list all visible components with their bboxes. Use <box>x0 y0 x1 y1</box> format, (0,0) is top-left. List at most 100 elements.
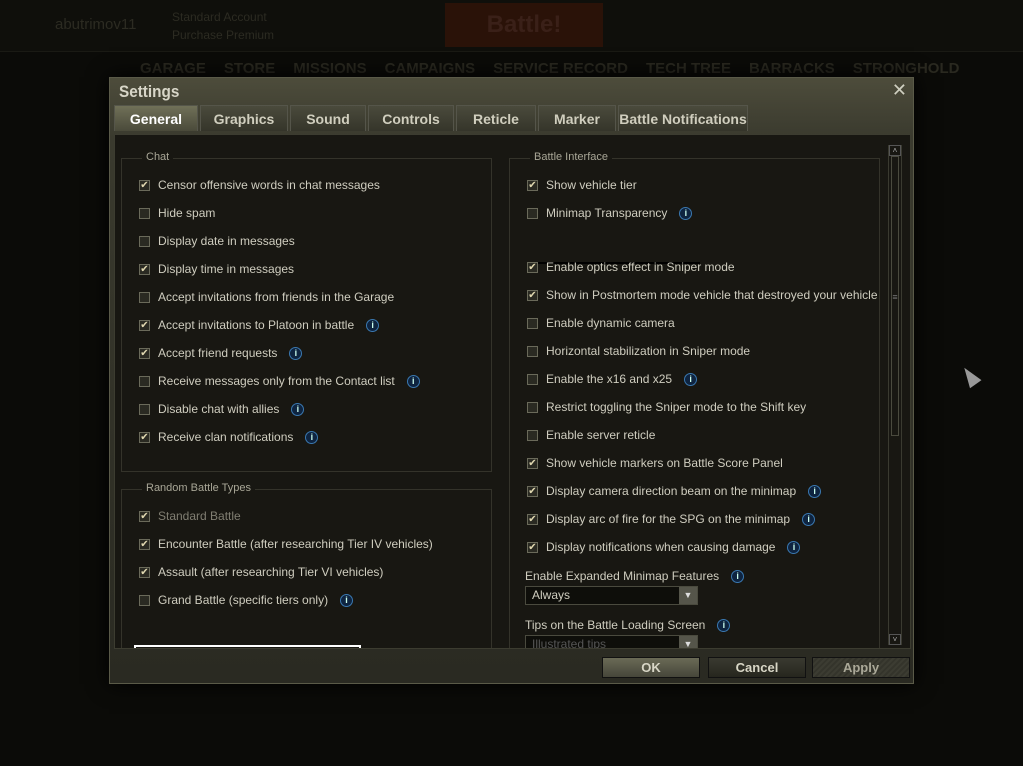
settings-dialog: Settings ✕ General Graphics Sound Controls R… <box>109 77 914 684</box>
nav-item[interactable]: STORE <box>224 60 275 77</box>
checkbox[interactable] <box>139 375 150 387</box>
minimap-features-select[interactable]: Always ▼ <box>525 586 698 605</box>
setting-row: ✔ Show vehicle markers on Battle Score Pa… <box>527 456 783 470</box>
close-icon[interactable]: ✕ <box>892 80 907 101</box>
nav-item[interactable]: CAMPAIGNS <box>385 60 476 77</box>
info-icon[interactable]: i <box>808 484 822 498</box>
setting-row: ✔ Receive clan notifications i <box>139 430 319 444</box>
setting-label: Standard Battle <box>158 509 241 523</box>
setting-label: Minimap Transparency <box>546 206 668 220</box>
info-icon[interactable]: i <box>684 372 698 386</box>
loading-tips-select[interactable]: Illustrated tips ▼ <box>525 635 698 648</box>
checkbox[interactable]: ✔ <box>527 261 538 273</box>
setting-label: Show vehicle tier <box>546 178 637 192</box>
setting-label: Enable the x16 and x25 <box>546 372 673 386</box>
main-nav: GARAGE STORE MISSIONS CAMPAIGNS SERVICE RECO… <box>140 60 959 77</box>
setting-row: ✔ Standard Battle <box>139 509 241 523</box>
setting-label: Accept invitations to Platoon in battle <box>158 318 355 332</box>
checkbox[interactable] <box>527 373 538 385</box>
setting-label: Display notifications when causing damag… <box>546 540 776 554</box>
setting-row: ✔ Show in Postmortem mode vehicle that de… <box>527 288 878 302</box>
checkbox[interactable] <box>139 403 150 415</box>
checkbox[interactable]: ✔ <box>139 179 150 191</box>
tab-graphics[interactable]: Graphics <box>200 105 288 131</box>
setting-label: Assault (after researching Tier VI vehic… <box>158 565 384 579</box>
tab-reticle[interactable]: Reticle <box>456 105 536 131</box>
info-icon[interactable]: i <box>731 569 745 583</box>
ok-button[interactable]: OK <box>602 657 700 678</box>
setting-label: Horizontal stabilization in Sniper mode <box>546 344 751 358</box>
scroll-thumb[interactable]: ≡ <box>891 156 899 436</box>
tab-controls[interactable]: Controls <box>368 105 454 131</box>
battle-button[interactable]: Battle! <box>445 3 603 47</box>
info-icon[interactable]: i <box>802 512 816 526</box>
checkbox[interactable]: ✔ <box>527 179 538 191</box>
info-icon[interactable]: i <box>305 430 319 444</box>
info-icon[interactable]: i <box>679 206 693 220</box>
setting-label: Enable dynamic camera <box>546 316 675 330</box>
nav-item[interactable]: MISSIONS <box>293 60 366 77</box>
checkbox[interactable] <box>527 429 538 441</box>
checkbox[interactable]: ✔ <box>527 485 538 497</box>
setting-row: Horizontal stabilization in Sniper mode <box>527 344 750 358</box>
username[interactable]: abutrimov11 <box>55 16 136 33</box>
nav-item[interactable]: BARRACKS <box>749 60 835 77</box>
nav-item[interactable]: TECH TREE <box>646 60 731 77</box>
setting-label: Encounter Battle (after researching Tier… <box>158 537 433 551</box>
setting-label: Receive clan notifications <box>158 430 294 444</box>
checkbox[interactable] <box>527 401 538 413</box>
checkbox[interactable] <box>139 235 150 247</box>
setting-label: Censor offensive words in chat messages <box>158 178 380 192</box>
tab-sound[interactable]: Sound <box>290 105 366 131</box>
nav-item[interactable]: GARAGE <box>140 60 206 77</box>
checkbox[interactable] <box>527 345 538 357</box>
info-icon[interactable]: i <box>340 593 354 607</box>
setting-row: Accept invitations from friends in the G… <box>139 290 394 304</box>
checkbox[interactable]: ✔ <box>527 289 538 301</box>
info-icon[interactable]: i <box>289 346 303 360</box>
chevron-down-icon[interactable]: ▼ <box>679 587 697 604</box>
cancel-button[interactable]: Cancel <box>708 657 806 678</box>
checkbox[interactable] <box>139 291 150 303</box>
checkbox[interactable] <box>139 207 150 219</box>
info-icon[interactable]: i <box>717 618 731 632</box>
apply-button[interactable]: Apply <box>812 657 910 678</box>
setting-label: Enable server reticle <box>546 428 656 442</box>
scroll-up-icon[interactable]: ˄ <box>889 145 901 156</box>
mouse-cursor-icon <box>958 363 982 389</box>
checkbox[interactable] <box>527 207 538 219</box>
checkbox[interactable]: ✔ <box>139 431 150 443</box>
checkbox[interactable]: ✔ <box>527 513 538 525</box>
setting-label: Display time in messages <box>158 262 295 276</box>
setting-label: Accept invitations from friends in the G… <box>158 290 395 304</box>
checkbox[interactable]: ✔ <box>139 263 150 275</box>
checkbox[interactable]: ✔ <box>139 319 150 331</box>
checkbox[interactable]: ✔ <box>139 538 150 550</box>
info-icon[interactable]: i <box>366 318 380 332</box>
setting-label: Display camera direction beam on the min… <box>546 484 797 498</box>
checkbox[interactable]: ✔ <box>139 510 150 522</box>
scrollbar[interactable]: ˄ ≡ ˅ <box>888 145 902 645</box>
tab-general[interactable]: General <box>114 105 198 131</box>
scroll-down-icon[interactable]: ˅ <box>889 634 901 645</box>
setting-row: ✔ Display camera direction beam on the mi… <box>527 484 822 498</box>
settings-tabs: General Graphics Sound Controls Reticle Marke… <box>114 105 748 131</box>
checkbox[interactable]: ✔ <box>139 347 150 359</box>
checkbox[interactable] <box>139 594 150 606</box>
setting-label: Show vehicle markers on Battle Score Pan… <box>546 456 783 470</box>
info-icon[interactable]: i <box>787 540 801 554</box>
checkbox[interactable]: ✔ <box>527 541 538 553</box>
setting-row: ✔ Censor offensive words in chat messages <box>139 178 380 192</box>
tab-marker[interactable]: Marker <box>538 105 616 131</box>
checkbox[interactable] <box>527 317 538 329</box>
info-icon[interactable]: i <box>291 402 305 416</box>
setting-label: Display arc of fire for the SPG on the m… <box>546 512 791 526</box>
info-icon[interactable]: i <box>406 374 420 388</box>
checkbox[interactable]: ✔ <box>527 457 538 469</box>
chevron-down-icon[interactable]: ▼ <box>679 636 697 648</box>
tab-battle-notifications[interactable]: Battle Notifications <box>618 105 748 131</box>
nav-item[interactable]: STRONGHOLD <box>853 60 960 77</box>
checkbox[interactable]: ✔ <box>139 566 150 578</box>
nav-item[interactable]: SERVICE RECORD <box>493 60 628 77</box>
purchase-premium-link[interactable]: Purchase Premium <box>172 28 274 42</box>
